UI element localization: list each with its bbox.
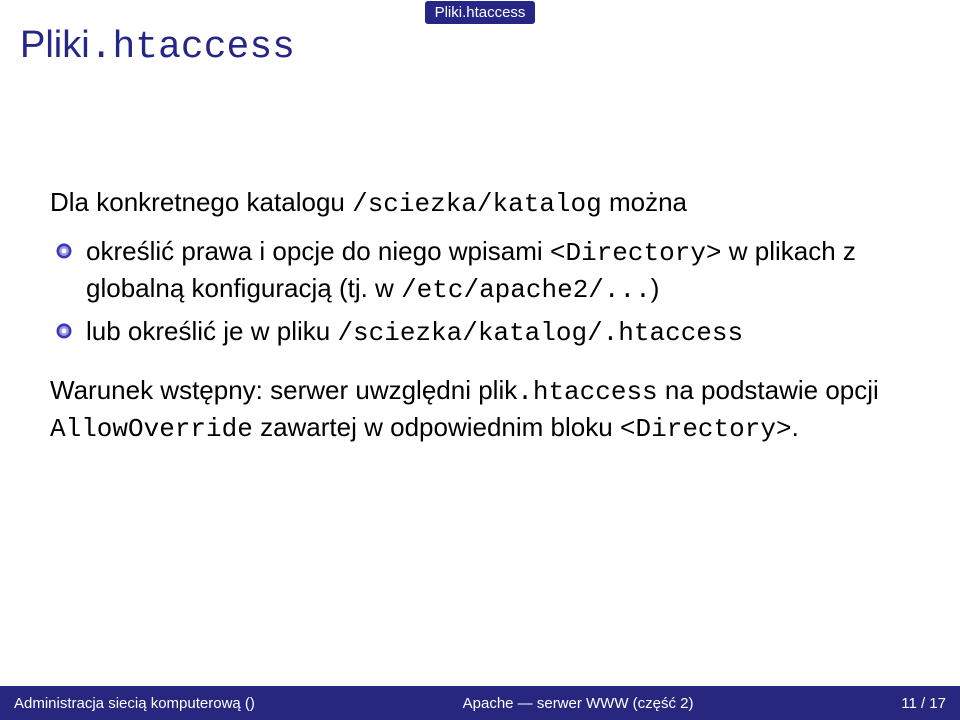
section-header: Pliki.htaccess xyxy=(0,0,960,24)
slide-title: Pliki.htaccess xyxy=(20,24,295,69)
slide-body: Dla konkretnego katalogu /sciezka/katalo… xyxy=(50,185,905,448)
b0-post: ) xyxy=(651,273,660,303)
footer-page[interactable]: 11 / 17 xyxy=(901,695,946,712)
footer: Administracja siecią komputerową () Apac… xyxy=(0,686,960,720)
p2-mono1: .htaccess xyxy=(517,377,657,407)
footer-title[interactable]: Apache — serwer WWW (część 2) xyxy=(255,695,901,712)
title-mono: .htaccess xyxy=(90,26,295,69)
bullet-list: określić prawa i opcje do niego wpisami … xyxy=(50,234,905,351)
intro-path: /sciezka/katalog xyxy=(352,189,602,219)
title-text: Pliki xyxy=(20,24,90,66)
bullet-icon xyxy=(56,243,72,259)
p2-pre: Warunek wstępny: serwer uwzględni plik xyxy=(50,375,517,405)
intro-post: można xyxy=(602,187,687,217)
p2-mono2: AllowOverride xyxy=(50,414,253,444)
b1-mono1: /sciezka/katalog/.htaccess xyxy=(337,318,743,348)
b0-mono2: /etc/apache2/... xyxy=(401,275,651,305)
section-name[interactable]: Pliki.htaccess xyxy=(425,1,536,24)
bullet-item: lub określić je w pliku /sciezka/katalog… xyxy=(50,314,905,351)
intro-paragraph: Dla konkretnego katalogu /sciezka/katalo… xyxy=(50,185,905,222)
b1-pre: lub określić je w pliku xyxy=(86,316,337,346)
bullet-item: określić prawa i opcje do niego wpisami … xyxy=(50,234,905,308)
b0-pre: określić prawa i opcje do niego wpisami xyxy=(86,236,550,266)
bullet-icon xyxy=(56,323,72,339)
b0-mono1: <Directory> xyxy=(550,238,722,268)
p2-mid2: zawartej w odpowiednim bloku xyxy=(253,412,620,442)
intro-pre: Dla konkretnego katalogu xyxy=(50,187,352,217)
p2-mid: na podstawie opcji xyxy=(658,375,879,405)
footer-author[interactable]: Administracja siecią komputerową () xyxy=(14,695,255,712)
p2-mono3: <Directory> xyxy=(620,414,792,444)
condition-paragraph: Warunek wstępny: serwer uwzględni plik.h… xyxy=(50,373,905,447)
p2-post: . xyxy=(792,412,799,442)
